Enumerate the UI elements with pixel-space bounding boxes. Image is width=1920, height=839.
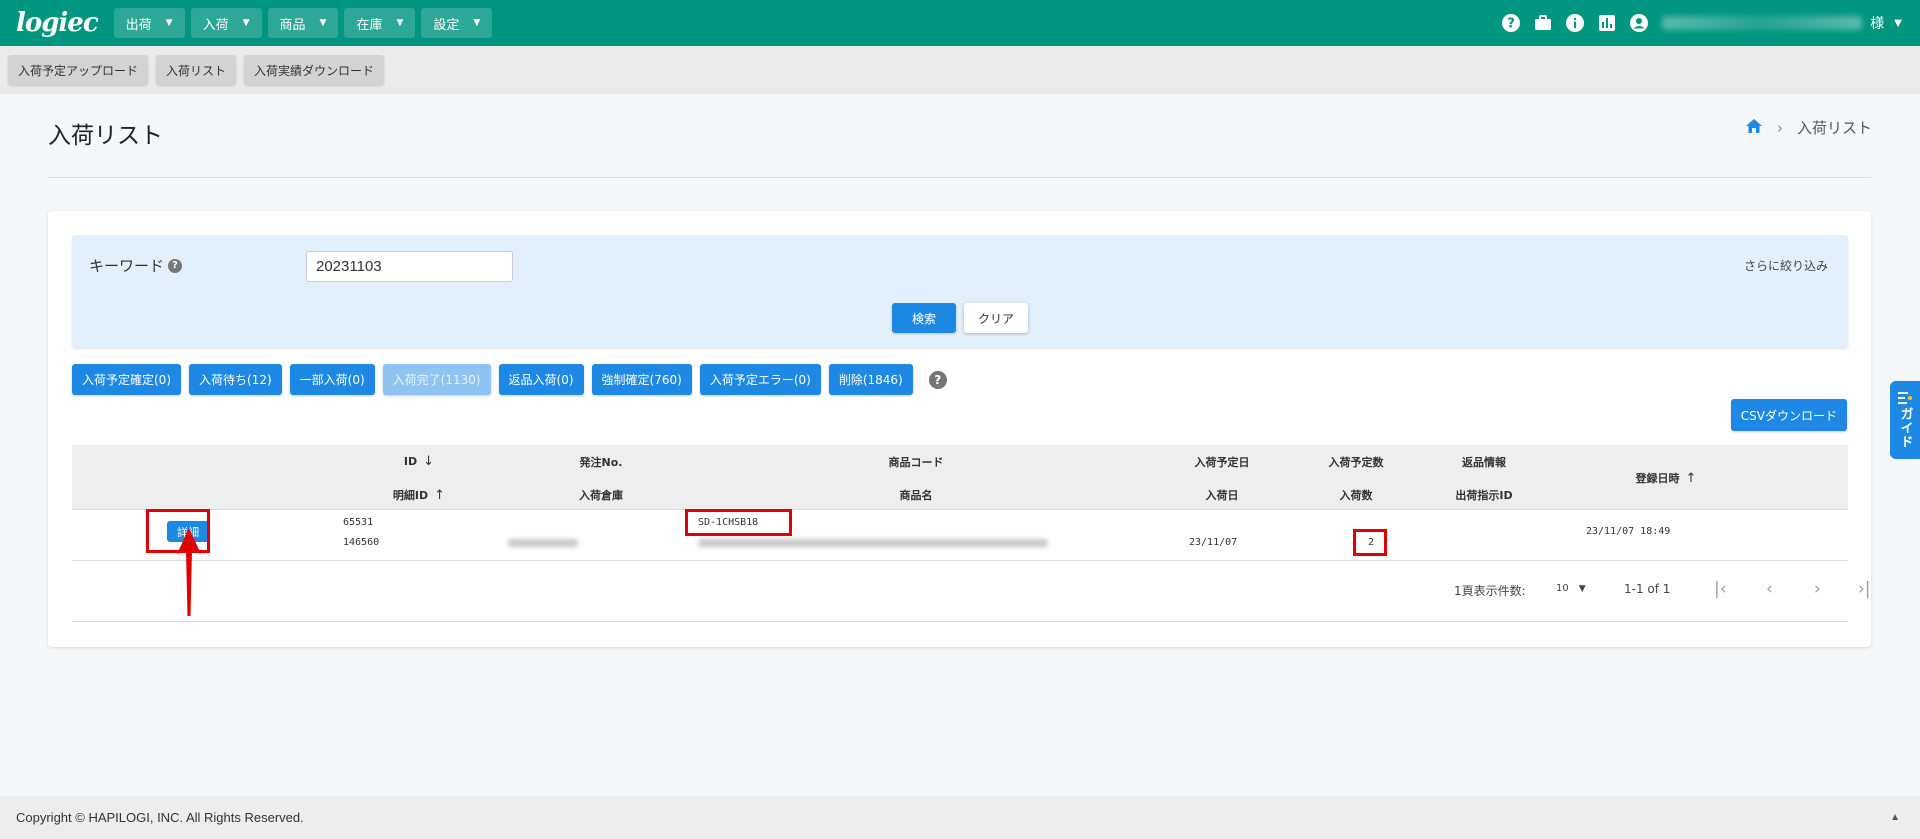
header-warehouse[interactable]: 入荷倉庫: [579, 487, 623, 503]
search-button[interactable]: 検索: [892, 303, 956, 333]
chart-icon[interactable]: [1596, 12, 1618, 34]
guide-tab[interactable]: ガイド: [1890, 381, 1920, 459]
guide-list-icon: [1898, 391, 1912, 404]
help-icon[interactable]: ?: [1500, 12, 1522, 34]
sub-menu-bar: 入荷予定アップロード 入荷リスト 入荷実績ダウンロード: [0, 46, 1920, 94]
help-icon[interactable]: ?: [928, 370, 947, 389]
footer: Copyright © HAPILOGI, INC. All Rights Re…: [0, 796, 1920, 839]
filter-partial-button[interactable]: 一部入荷(0): [289, 364, 375, 395]
per-page-select[interactable]: 10 ▼: [1556, 583, 1586, 594]
header-arrival-qty[interactable]: 入荷数: [1340, 487, 1373, 503]
cell-warehouse-redacted: [508, 539, 578, 547]
scroll-top-icon[interactable]: ▲: [1890, 812, 1900, 823]
breadcrumb: › 入荷リスト: [1745, 117, 1872, 138]
nav-menu-settings[interactable]: 設定 ▼: [421, 8, 493, 38]
table-header: ID ↓ 明細ID ↑ 発注No. 入荷倉庫 商品コード 商品名 入荷予定日 入荷日…: [72, 445, 1848, 510]
caret-down-icon: ▼: [165, 18, 173, 28]
breadcrumb-current: 入荷リスト: [1796, 119, 1872, 137]
last-page-icon[interactable]: ›|: [1858, 579, 1871, 599]
content-card: キーワード ? さらに絞り込み 検索 クリア 入荷予定確定(0) 入荷待ち(12…: [48, 211, 1871, 647]
sort-up-icon: ↑: [434, 487, 446, 503]
header-return-info[interactable]: 返品情報: [1462, 454, 1506, 470]
filter-waiting-button[interactable]: 入荷待ち(12): [189, 364, 282, 395]
clear-button[interactable]: クリア: [964, 303, 1028, 333]
cell-detail-id: 146560: [343, 537, 380, 548]
highlight-box-product-code: [685, 509, 792, 536]
keyword-label: キーワード ?: [89, 255, 183, 276]
filter-return-button[interactable]: 返品入荷(0): [498, 364, 584, 395]
cell-product-name-redacted: [698, 539, 1048, 547]
narrow-down-toggle[interactable]: さらに絞り込み: [1744, 257, 1828, 274]
cell-arrival-date: 23/11/07: [1189, 537, 1238, 548]
next-page-icon[interactable]: ›: [1814, 579, 1821, 599]
header-arrival-date[interactable]: 入荷日: [1206, 487, 1239, 503]
caret-down-icon: ▼: [473, 18, 481, 28]
receiving-results-download-button[interactable]: 入荷実績ダウンロード: [244, 55, 385, 85]
header-detail-id[interactable]: 明細ID ↑: [393, 487, 445, 503]
header-scheduled-date[interactable]: 入荷予定日: [1195, 454, 1250, 470]
filter-scheduled-confirmed-button[interactable]: 入荷予定確定(0): [72, 364, 181, 395]
sort-down-icon: ↓: [423, 454, 435, 469]
cell-registered-at: 23/11/07 18:49: [1586, 526, 1671, 537]
filter-deleted-button[interactable]: 削除(1846): [828, 364, 913, 395]
header-product-code[interactable]: 商品コード: [889, 454, 944, 470]
status-filter-bar: 入荷予定確定(0) 入荷待ち(12) 一部入荷(0) 入荷完了(1130) 返品…: [72, 364, 947, 395]
caret-down-icon: ▼: [319, 18, 327, 28]
user-honorific: 様: [1870, 16, 1885, 32]
per-page-label: 1頁表示件数:: [1454, 584, 1526, 598]
sort-up-icon: ↑: [1685, 470, 1697, 486]
csv-download-button[interactable]: CSVダウンロード: [1730, 399, 1847, 431]
highlight-box-arrival-qty: [1353, 529, 1387, 556]
first-page-icon[interactable]: |‹: [1714, 579, 1727, 599]
header-id[interactable]: ID ↓: [404, 454, 434, 469]
info-icon[interactable]: [1564, 12, 1586, 34]
nav-menu-shipping[interactable]: 出荷 ▼: [113, 8, 185, 38]
copyright: Copyright © HAPILOGI, INC. All Rights Re…: [16, 810, 304, 825]
svg-text:?: ?: [1508, 17, 1516, 32]
header-order-no[interactable]: 発注No.: [580, 454, 623, 470]
home-icon[interactable]: [1745, 118, 1763, 138]
chevron-right-icon: ›: [1776, 118, 1783, 137]
caret-down-icon: ▼: [1578, 583, 1586, 594]
logo[interactable]: logiec: [16, 8, 99, 38]
page-title: 入荷リスト: [48, 123, 163, 149]
header-scheduled-qty[interactable]: 入荷予定数: [1329, 454, 1384, 470]
filter-completed-button[interactable]: 入荷完了(1130): [382, 364, 491, 395]
header-registered-at[interactable]: 登録日時 ↑: [1636, 470, 1697, 486]
nav-menu-receiving[interactable]: 入荷 ▼: [190, 8, 262, 38]
username: [1662, 16, 1863, 30]
help-icon[interactable]: ?: [168, 258, 183, 273]
receiving-list-button[interactable]: 入荷リスト: [156, 55, 237, 85]
nav-menu-products[interactable]: 商品 ▼: [267, 8, 339, 38]
table-row: 詳細 65531 146560 SD-1CHSB18 23/11/07 2 23…: [72, 509, 1848, 561]
header-shipping-id[interactable]: 出荷指示ID: [1455, 487, 1512, 503]
page-range: 1-1 of 1: [1624, 582, 1671, 596]
search-panel: キーワード ? さらに絞り込み 検索 クリア: [72, 235, 1848, 348]
top-navbar: logiec 出荷 ▼ 入荷 ▼ 商品 ▼ 在庫 ▼ 設定 ▼ ? 様 ▼: [0, 0, 1920, 46]
nav-menu-inventory[interactable]: 在庫 ▼: [344, 8, 416, 38]
account-icon[interactable]: [1628, 12, 1650, 34]
prev-page-icon[interactable]: ‹: [1766, 579, 1773, 599]
guide-label: ガイド: [1897, 406, 1913, 449]
caret-down-icon: ▼: [396, 18, 404, 28]
filter-forced-button[interactable]: 強制確定(760): [591, 364, 692, 395]
briefcase-icon[interactable]: [1532, 12, 1554, 34]
divider: [48, 177, 1871, 178]
header-product-name[interactable]: 商品名: [900, 487, 933, 503]
keyword-input[interactable]: [306, 251, 513, 282]
caret-down-icon: ▼: [242, 18, 250, 28]
filter-error-button[interactable]: 入荷予定エラー(0): [699, 364, 821, 395]
cell-id: 65531: [343, 517, 374, 528]
receiving-schedule-upload-button[interactable]: 入荷予定アップロード: [8, 55, 149, 85]
pagination: 1頁表示件数: 10 ▼ 1-1 of 1 |‹ ‹ › ›|: [72, 562, 1871, 622]
user-menu-caret-icon[interactable]: ▼: [1894, 18, 1902, 29]
